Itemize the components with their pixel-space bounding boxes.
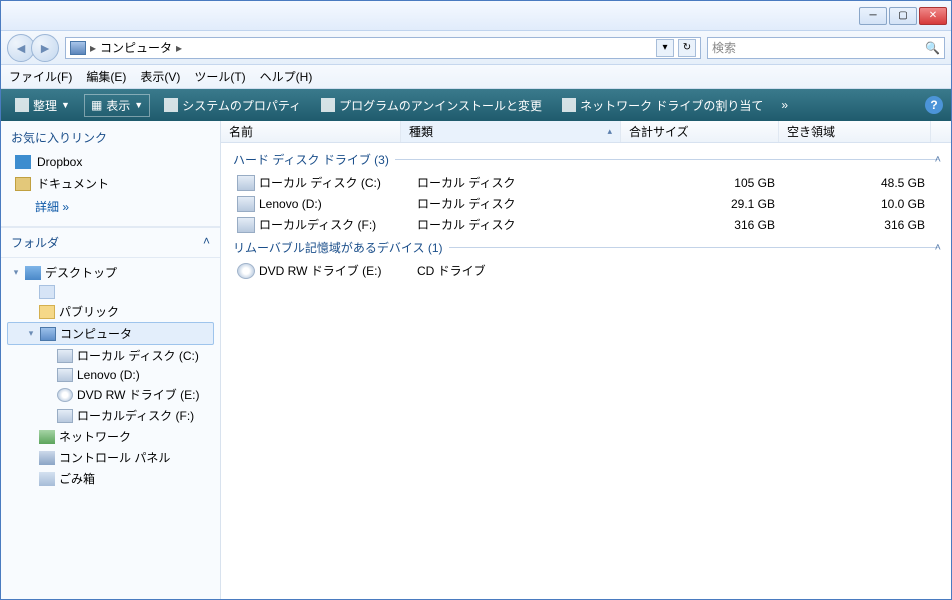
sort-asc-icon: ▴ <box>607 126 612 137</box>
chevron-up-icon: ˄ <box>203 234 210 251</box>
computer-icon <box>40 327 56 341</box>
command-bar: 整理 ▼ ▦ 表示 ▼ システムのプロパティ プログラムのアンインストールと変更… <box>1 89 951 121</box>
breadcrumb-computer[interactable]: コンピュータ <box>100 39 172 56</box>
disk-icon <box>237 217 255 233</box>
list-body: ハード ディスク ドライブ (3) ˄ ローカル ディスク (C:) ローカル … <box>221 143 951 599</box>
collapse-icon[interactable]: ▾ <box>26 328 36 339</box>
group-removable[interactable]: リムーバブル記憶域があるデバイス (1) ˄ <box>221 235 951 260</box>
tree-network[interactable]: ネットワーク <box>7 426 214 447</box>
trash-icon <box>39 472 55 486</box>
tree-user[interactable] <box>7 283 214 301</box>
chevron-up-icon[interactable]: ˄ <box>935 154 941 166</box>
titlebar: ─ ▢ ✕ <box>1 1 951 31</box>
tree-desktop[interactable]: ▾デスクトップ <box>7 262 214 283</box>
tree-disk-d[interactable]: Lenovo (D:) <box>7 366 214 384</box>
views-button[interactable]: ▦ 表示 ▼ <box>84 94 150 117</box>
help-button[interactable]: ? <box>925 96 943 114</box>
explorer-window: ─ ▢ ✕ ◄ ► ▸ コンピュータ ▸ ▾ ↻ 検索 🔍 ファイル(F) 編集… <box>0 0 952 600</box>
breadcrumb-sep: ▸ <box>90 41 96 55</box>
sidebar: お気に入りリンク Dropbox ドキュメント 詳細 » フォルダ ˄ ▾デスク… <box>1 121 221 599</box>
tree-control-panel[interactable]: コントロール パネル <box>7 447 214 468</box>
map-drive-button[interactable]: ネットワーク ドライブの割り当て <box>556 95 769 116</box>
disk-icon <box>57 368 73 382</box>
organize-icon <box>15 98 29 112</box>
content-pane: 名前 種類▴ 合計サイズ 空き領域 ハード ディスク ドライブ (3) ˄ ロー… <box>221 121 951 599</box>
search-input[interactable]: 検索 🔍 <box>707 37 945 59</box>
more-button[interactable]: » <box>781 98 788 112</box>
fav-detail[interactable]: 詳細 » <box>11 195 210 218</box>
forward-button[interactable]: ► <box>31 34 59 62</box>
favorites-title: お気に入りリンク <box>11 129 210 146</box>
menu-file[interactable]: ファイル(F) <box>9 68 72 85</box>
drive-row[interactable]: ローカル ディスク (C:) ローカル ディスク 105 GB 48.5 GB <box>221 172 951 193</box>
menu-tools[interactable]: ツール(T) <box>194 68 245 85</box>
views-icon: ▦ <box>91 98 102 112</box>
dvd-icon <box>57 388 73 402</box>
col-free[interactable]: 空き領域 <box>779 121 931 142</box>
mapdrive-icon <box>562 98 576 112</box>
search-icon: 🔍 <box>925 41 940 55</box>
uninstall-programs-button[interactable]: プログラムのアンインストールと変更 <box>315 95 548 116</box>
breadcrumb-sep: ▸ <box>176 41 182 55</box>
maximize-button[interactable]: ▢ <box>889 7 917 25</box>
control-panel-icon <box>39 451 55 465</box>
chevron-down-icon: ▼ <box>61 100 70 110</box>
computer-icon <box>70 41 86 55</box>
chevron-up-icon[interactable]: ˄ <box>935 242 941 254</box>
tree-disk-c[interactable]: ローカル ディスク (C:) <box>7 345 214 366</box>
column-headers: 名前 種類▴ 合計サイズ 空き領域 <box>221 121 951 143</box>
menu-view[interactable]: 表示(V) <box>140 68 180 85</box>
desktop-icon <box>25 266 41 280</box>
drive-row[interactable]: ローカルディスク (F:) ローカル ディスク 316 GB 316 GB <box>221 214 951 235</box>
organize-button[interactable]: 整理 ▼ <box>9 95 76 116</box>
chevron-down-icon: ▼ <box>134 100 143 110</box>
folder-icon <box>39 305 55 319</box>
nav-toolbar: ◄ ► ▸ コンピュータ ▸ ▾ ↻ 検索 🔍 <box>1 31 951 65</box>
drive-row[interactable]: Lenovo (D:) ローカル ディスク 29.1 GB 10.0 GB <box>221 193 951 214</box>
folders-header[interactable]: フォルダ ˄ <box>1 227 220 258</box>
group-hdd[interactable]: ハード ディスク ドライブ (3) ˄ <box>221 147 951 172</box>
minimize-button[interactable]: ─ <box>859 7 887 25</box>
documents-icon <box>15 177 31 191</box>
col-size[interactable]: 合計サイズ <box>621 121 779 142</box>
tree-computer[interactable]: ▾コンピュータ <box>7 322 214 345</box>
close-button[interactable]: ✕ <box>919 7 947 25</box>
user-icon <box>39 285 55 299</box>
collapse-icon[interactable]: ▾ <box>11 267 21 278</box>
menu-help[interactable]: ヘルプ(H) <box>260 68 313 85</box>
address-bar[interactable]: ▸ コンピュータ ▸ ▾ ↻ <box>65 37 701 59</box>
dropbox-icon <box>15 155 31 169</box>
folder-tree: ▾デスクトップ パブリック ▾コンピュータ ローカル ディスク (C:) Len… <box>1 258 220 599</box>
dvd-icon <box>237 263 255 279</box>
tree-trash[interactable]: ごみ箱 <box>7 468 214 489</box>
tree-disk-f[interactable]: ローカルディスク (F:) <box>7 405 214 426</box>
system-icon <box>164 98 178 112</box>
programs-icon <box>321 98 335 112</box>
tree-dvd-e[interactable]: DVD RW ドライブ (E:) <box>7 384 214 405</box>
disk-icon <box>237 196 255 212</box>
address-dropdown[interactable]: ▾ <box>656 39 674 57</box>
fav-documents[interactable]: ドキュメント <box>11 172 210 195</box>
network-icon <box>39 430 55 444</box>
disk-icon <box>57 409 73 423</box>
refresh-button[interactable]: ↻ <box>678 39 696 57</box>
disk-icon <box>57 349 73 363</box>
drive-row[interactable]: DVD RW ドライブ (E:) CD ドライブ <box>221 260 951 281</box>
menu-edit[interactable]: 編集(E) <box>86 68 126 85</box>
col-name[interactable]: 名前 <box>221 121 401 142</box>
fav-dropbox[interactable]: Dropbox <box>11 152 210 172</box>
col-type[interactable]: 種類▴ <box>401 121 621 142</box>
menu-bar: ファイル(F) 編集(E) 表示(V) ツール(T) ヘルプ(H) <box>1 65 951 89</box>
system-properties-button[interactable]: システムのプロパティ <box>158 95 307 116</box>
tree-public[interactable]: パブリック <box>7 301 214 322</box>
search-placeholder: 検索 <box>712 39 736 56</box>
disk-icon <box>237 175 255 191</box>
